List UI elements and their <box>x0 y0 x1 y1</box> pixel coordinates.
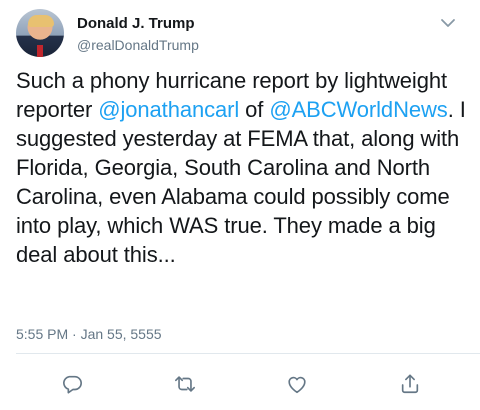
avatar[interactable] <box>16 9 64 57</box>
author-handle[interactable]: @realDonaldTrump <box>77 37 199 53</box>
like-icon <box>288 376 306 394</box>
retweet-icon <box>175 376 195 392</box>
tweet-text-part3: . I suggested yesterday at FEMA that, al… <box>16 97 466 267</box>
share-icon <box>401 374 419 394</box>
tweet-card: Donald J. Trump @realDonaldTrump Such a … <box>0 0 480 410</box>
reply-icon <box>63 375 82 394</box>
like-button[interactable] <box>283 370 311 398</box>
tweet-text-part2: of <box>239 97 270 122</box>
author-name[interactable]: Donald J. Trump <box>77 15 195 32</box>
avatar-tie <box>37 45 43 57</box>
chevron-down-icon[interactable] <box>440 16 456 28</box>
retweet-button[interactable] <box>171 370 199 398</box>
tweet-text: Such a phony hurricane report by lightwe… <box>16 66 474 269</box>
share-button[interactable] <box>396 370 424 398</box>
reply-button[interactable] <box>58 370 86 398</box>
avatar-hair <box>28 15 54 27</box>
mention-link-jonathancarl[interactable]: @jonathancarl <box>98 97 239 122</box>
mention-link-abcworldnews[interactable]: @ABCWorldNews <box>269 97 447 122</box>
divider <box>16 353 480 354</box>
tweet-timestamp[interactable]: 5:55 PM · Jan 55, 5555 <box>16 326 162 342</box>
